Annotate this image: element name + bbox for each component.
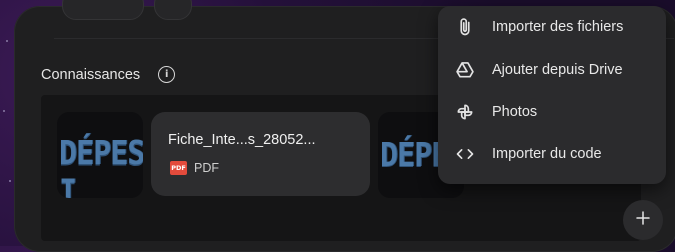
pdf-icon: PDF (170, 161, 187, 175)
paperclip-icon (453, 15, 477, 39)
top-chip[interactable] (62, 0, 144, 20)
add-source-button[interactable] (623, 200, 663, 240)
plus-icon (634, 209, 652, 232)
thumbnail-image-text: DÉPES I (59, 134, 143, 199)
menu-item-add-from-drive[interactable]: Ajouter depuis Drive (438, 49, 666, 91)
menu-item-label: Importer des fichiers (492, 19, 624, 35)
menu-item-photos[interactable]: Photos (438, 91, 666, 133)
file-type-label: PDF (194, 161, 219, 175)
info-icon[interactable]: i (158, 66, 176, 83)
menu-item-import-code[interactable]: Importer du code (438, 133, 666, 175)
background-star (6, 40, 8, 42)
file-type: PDF PDF (170, 161, 219, 175)
menu-item-upload-files[interactable]: Importer des fichiers (438, 6, 666, 48)
photos-pinwheel-icon (453, 100, 477, 124)
drive-icon (453, 58, 477, 82)
menu-item-label: Importer du code (492, 146, 602, 162)
top-chip[interactable] (154, 0, 192, 20)
section-title: Connaissances (41, 66, 141, 83)
section-header: Connaissances i (41, 66, 176, 83)
code-icon (453, 142, 477, 166)
file-name: Fiche_Inte...s_28052... (168, 132, 316, 148)
file-thumbnail[interactable]: DÉPES I (57, 112, 143, 198)
background-star (9, 180, 11, 182)
add-source-menu: Importer des fichiers Ajouter depuis Dri… (438, 6, 666, 184)
file-card[interactable]: Fiche_Inte...s_28052... PDF PDF (151, 112, 370, 196)
background-star (3, 110, 5, 112)
menu-item-label: Ajouter depuis Drive (492, 62, 623, 78)
menu-item-label: Photos (492, 104, 538, 120)
